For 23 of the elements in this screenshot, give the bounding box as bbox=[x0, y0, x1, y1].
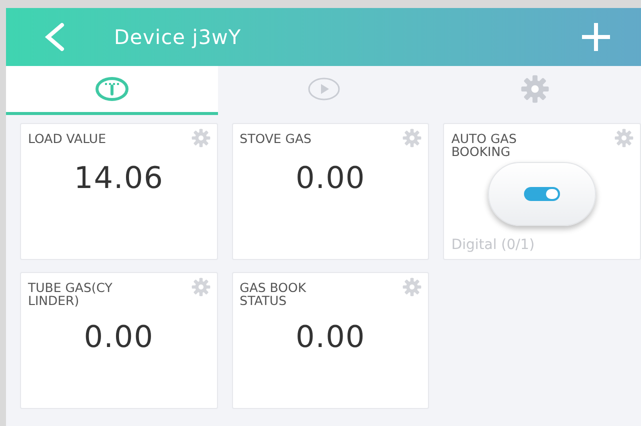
widget-title: LOAD VALUE bbox=[28, 130, 106, 145]
widget-title: TUBE GAS(CY LINDER) bbox=[28, 279, 112, 307]
device-title: Device j3wY bbox=[114, 24, 242, 51]
settings-icon[interactable] bbox=[520, 74, 550, 104]
widget-value: 0.00 bbox=[296, 319, 366, 357]
gauge-icon bbox=[94, 77, 129, 101]
settings-icon[interactable] bbox=[402, 128, 422, 148]
mode-label: Digital (0/1) bbox=[450, 236, 536, 255]
settings-icon[interactable] bbox=[614, 128, 634, 148]
toggle-button[interactable] bbox=[488, 162, 596, 226]
settings-icon[interactable] bbox=[402, 277, 422, 297]
settings-icon[interactable] bbox=[190, 277, 211, 297]
widget-value: 14.06 bbox=[74, 160, 164, 198]
widget-value: 0.00 bbox=[84, 319, 154, 357]
settings-icon[interactable] bbox=[190, 128, 211, 148]
play-icon bbox=[306, 77, 340, 101]
widget-title: GAS BOOK STATUS bbox=[240, 279, 306, 307]
widget-value: 0.00 bbox=[296, 160, 366, 198]
back-icon[interactable] bbox=[42, 22, 66, 52]
add-icon[interactable] bbox=[579, 20, 613, 54]
widget-title: AUTO GAS BOOKING bbox=[451, 130, 517, 158]
tab[interactable] bbox=[6, 66, 218, 115]
widget-title: STOVE GAS bbox=[240, 130, 312, 145]
